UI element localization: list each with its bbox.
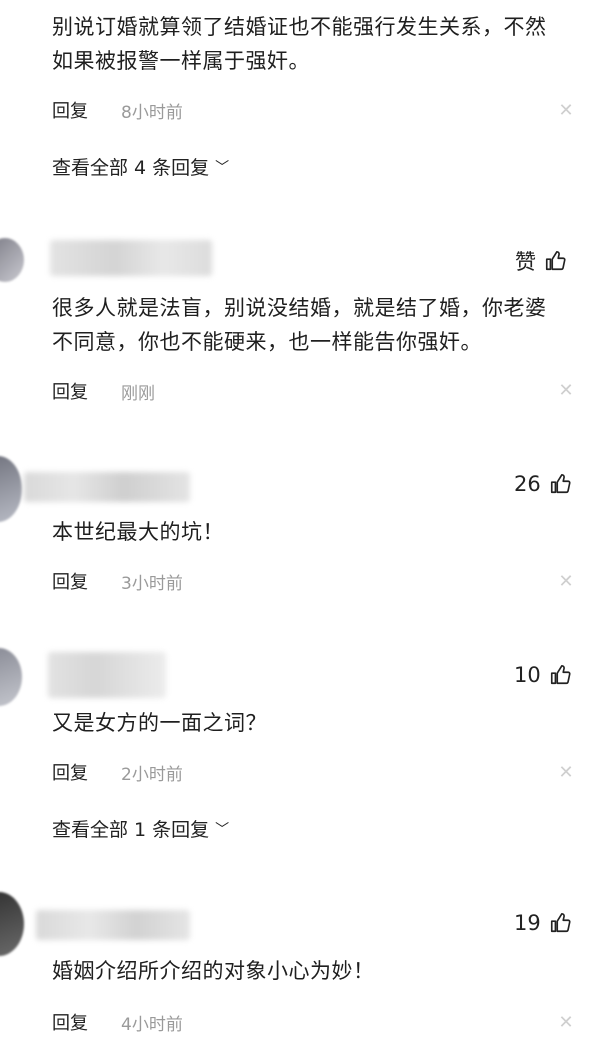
comment-time: 4小时前 — [121, 1015, 183, 1035]
like-button[interactable]: 10 — [514, 663, 571, 687]
avatar[interactable] — [0, 892, 24, 956]
comment-time: 刚刚 — [121, 384, 155, 404]
username-blurred[interactable] — [24, 472, 190, 502]
like-button[interactable]: 赞 — [515, 246, 566, 276]
expand-replies-button[interactable]: 查看全部 4 条回复 ﹀ — [52, 153, 229, 180]
username-blurred[interactable] — [50, 240, 212, 276]
username-blurred[interactable] — [36, 910, 190, 940]
reply-button[interactable]: 回复 — [52, 378, 88, 404]
avatar[interactable] — [0, 456, 22, 522]
chevron-down-icon: ﹀ — [215, 159, 230, 176]
close-icon[interactable]: ✕ — [557, 573, 575, 591]
like-label: 赞 — [515, 250, 536, 274]
expand-replies-label: 查看全部 1 条回复 — [52, 819, 210, 841]
comment-1-text-line1: 别说订婚就算领了结婚证也不能强行发生关系，不然 — [52, 15, 547, 39]
reply-button[interactable]: 回复 — [52, 97, 88, 123]
comment-1-text-line2: 如果被报警一样属于强奸。 — [52, 49, 310, 73]
expand-replies-label: 查看全部 4 条回复 — [52, 157, 210, 179]
comment-5-text: 婚姻介绍所介绍的对象小心为妙！ — [52, 959, 375, 983]
comment-time: 8小时前 — [121, 103, 183, 123]
comment-time: 3小时前 — [121, 574, 183, 594]
comment-2-text-line1: 很多人就是法盲，别说没结婚，就是结了婚，你老婆 — [52, 296, 547, 320]
expand-replies-button[interactable]: 查看全部 1 条回复 ﹀ — [52, 815, 229, 842]
close-icon[interactable]: ✕ — [557, 382, 575, 400]
thumbs-up-icon — [550, 913, 571, 933]
comment-4-text: 又是女方的一面之词？ — [52, 711, 267, 735]
like-button[interactable]: 19 — [514, 911, 571, 935]
avatar[interactable] — [0, 238, 24, 282]
thumbs-up-icon — [545, 251, 566, 271]
comment-time: 2小时前 — [121, 765, 183, 785]
thumbs-up-icon — [550, 665, 571, 685]
thumbs-up-icon — [550, 474, 571, 494]
comment-3-text: 本世纪最大的坑！ — [52, 520, 224, 544]
like-count: 26 — [514, 472, 541, 496]
close-icon[interactable]: ✕ — [557, 102, 575, 120]
comment-2-text-line2: 不同意，你也不能硬来，也一样能告你强奸。 — [52, 330, 482, 354]
chevron-down-icon: ﹀ — [215, 821, 230, 838]
close-icon[interactable]: ✕ — [557, 1014, 575, 1032]
like-count: 10 — [514, 663, 541, 687]
reply-button[interactable]: 回复 — [52, 568, 88, 594]
close-icon[interactable]: ✕ — [557, 764, 575, 782]
avatar[interactable] — [0, 648, 22, 706]
like-count: 19 — [514, 911, 541, 935]
username-blurred[interactable] — [48, 652, 166, 698]
like-button[interactable]: 26 — [514, 472, 571, 496]
reply-button[interactable]: 回复 — [52, 759, 88, 785]
reply-button[interactable]: 回复 — [52, 1009, 88, 1035]
